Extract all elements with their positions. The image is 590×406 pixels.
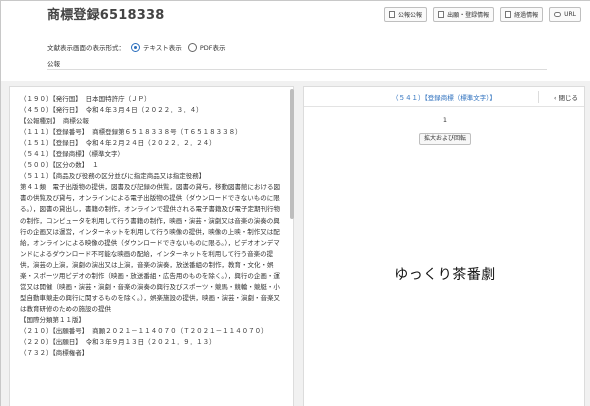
doc-line: （５４１）【登録商標】（標準文字） [20, 150, 124, 159]
trademark-viewer-pane: （５４１）【登録商標（標準文字）】 ‹ 閉じる 1 拡大および回転 ゆっくり茶番… [303, 86, 585, 406]
close-viewer-button[interactable]: ‹ 閉じる [554, 92, 578, 102]
doc-line: （４５０）【発行日】 令和４年３月４日（２０２２．３．４） [20, 106, 203, 115]
doc-line: （５１１）【商品及び役務の区分並びに指定商品又は指定役務】 [20, 172, 206, 181]
pdf-display-radio[interactable]: PDF表示 [187, 42, 226, 52]
progress-info-button[interactable]: 経過情報 [500, 7, 544, 22]
document-icon [389, 11, 396, 18]
divider [538, 91, 539, 103]
doc-line: 【国際分類第１１版】 [20, 315, 85, 324]
text-display-label: テキスト表示 [143, 44, 182, 52]
viewer-header: （５４１）【登録商標（標準文字）】 ‹ 閉じる [304, 87, 584, 107]
document-icon [438, 11, 445, 18]
header: 商標登録6518338 公報公報 出願・登録情報 経過情報 URL 文献表示画面… [1, 1, 590, 81]
document-scrollbar[interactable] [290, 89, 294, 389]
display-format-selector: 文献表示画面の表示形式： テキスト表示 PDF表示 [47, 42, 225, 52]
doc-line: （１９０）【発行国】 日本国特許庁（ＪＰ） [20, 95, 151, 103]
url-button-label: URL [564, 11, 576, 18]
viewer-heading: （５４１）【登録商標（標準文字）】 [392, 93, 496, 102]
document-icon [505, 11, 512, 18]
doc-line: （７３２）【商標権者】 [20, 349, 89, 358]
publication-section-label: 公報 [47, 60, 60, 68]
radio-selected-icon[interactable] [131, 42, 140, 52]
doc-line: （１５１）【登録日】 令和４年２月２４日（２０２２．２．２４） [20, 139, 216, 148]
page-title: 商標登録6518338 [47, 8, 165, 23]
gazette-button-label: 公報公報 [398, 12, 423, 19]
application-registration-info-button[interactable]: 出願・登録情報 [433, 7, 495, 22]
radio-unselected-icon[interactable] [187, 42, 197, 52]
doc-line: 第４１類 電子出版物の提供，図書及び記録の供覧，図書の貸与，移動図書館における図… [20, 183, 280, 313]
url-button[interactable]: URL [549, 7, 581, 22]
doc-line: （５００）【区分の数】 １ [20, 161, 99, 170]
document-text-pane[interactable]: （１９０）【発行国】 日本国特許庁（ＪＰ） （４５０）【発行日】 令和４年３月４… [9, 86, 294, 406]
doc-line: （２２０）【出願日】 令和３年９月１３日（２０２１．９．１３） [20, 338, 216, 347]
progress-info-label: 経過情報 [514, 12, 539, 19]
gazette-button[interactable]: 公報公報 [384, 7, 428, 22]
pdf-display-label: PDF表示 [199, 44, 226, 52]
toolbar: 公報公報 出願・登録情報 経過情報 URL [384, 7, 581, 22]
scrollbar-thumb[interactable] [290, 89, 294, 219]
close-label: 閉じる [558, 94, 579, 102]
doc-line: （２１０）【出願番号】 商願２０２１－１１４０７０（Ｔ２０２１－１１４０７０） [20, 326, 268, 335]
zoom-rotate-button[interactable]: 拡大および回転 [419, 133, 472, 145]
link-icon [554, 12, 562, 17]
text-display-radio[interactable]: テキスト表示 [131, 42, 182, 52]
doc-line: 【公報種別】 商標公報 [20, 117, 89, 126]
application-registration-info-label: 出願・登録情報 [447, 12, 490, 19]
trademark-image: ゆっくり茶番劇 [394, 267, 496, 283]
doc-line: （１１１）【登録番号】 商標登録第６５１８３３８号（Ｔ６５１８３３８） [20, 128, 242, 137]
display-format-label: 文献表示画面の表示形式： [47, 44, 125, 52]
page-number: 1 [442, 116, 448, 124]
divider [47, 69, 547, 70]
